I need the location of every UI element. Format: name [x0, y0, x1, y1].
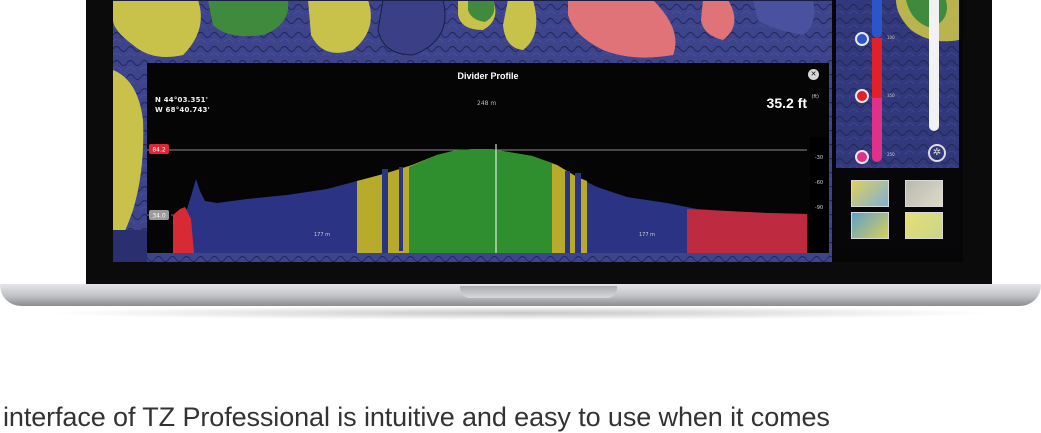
panel-title: Divider Profile: [457, 71, 519, 81]
depth-unit-label: (ft): [811, 94, 819, 100]
longitude-readout: W 68°40.743': [155, 106, 210, 114]
layer-control-panel: 100 350 250 ✲: [832, 0, 963, 262]
scale-tick: 250: [887, 152, 895, 157]
opacity-slider[interactable]: [929, 0, 939, 131]
laptop-notch: [460, 286, 617, 298]
app-screen: Divider Profile ✕ N 44°03.351' W 68°40.7…: [113, 0, 963, 262]
gear-icon[interactable]: ✲: [928, 144, 946, 162]
scale-handle-red[interactable]: [855, 89, 869, 103]
map-layer-2-icon[interactable]: [905, 180, 943, 207]
divider-profile-panel: Divider Profile ✕ N 44°03.351' W 68°40.7…: [147, 63, 829, 253]
depth-readout: 35.2 ft: [766, 95, 807, 111]
axis-tick-label: -90: [815, 205, 823, 211]
segment-left-label: 177 m: [314, 232, 330, 238]
scale-handle-pink[interactable]: [855, 150, 869, 164]
map-layer-1-icon[interactable]: [851, 180, 889, 207]
depth-scale-blue: [872, 0, 882, 38]
axis-tick-label: -60: [815, 180, 823, 186]
segment-right-label: 177 m: [639, 232, 655, 238]
map-layer-4-icon[interactable]: [905, 212, 943, 239]
depth-scale-pink: [872, 98, 882, 162]
depth-profile-graph[interactable]: -30 -60 -90 84.2 34.0 177 m 177 m: [147, 129, 829, 253]
top-marker-label: 84.2: [152, 147, 166, 154]
caption-text: interface of TZ Professional is intuitiv…: [3, 402, 830, 432]
depth-scale-red: [872, 38, 882, 98]
bottom-marker-label: 34.0: [152, 213, 166, 220]
close-icon[interactable]: ✕: [808, 69, 819, 80]
map-layer-3-icon[interactable]: [851, 212, 889, 239]
laptop-shadow: [40, 306, 1000, 320]
axis-tick-label: -30: [815, 155, 823, 161]
latitude-readout: N 44°03.351': [155, 96, 209, 104]
scale-tick: 350: [887, 93, 895, 98]
distance-readout: 248 m: [477, 100, 497, 107]
scale-tick: 100: [887, 35, 895, 40]
scale-handle-blue[interactable]: [855, 32, 869, 46]
